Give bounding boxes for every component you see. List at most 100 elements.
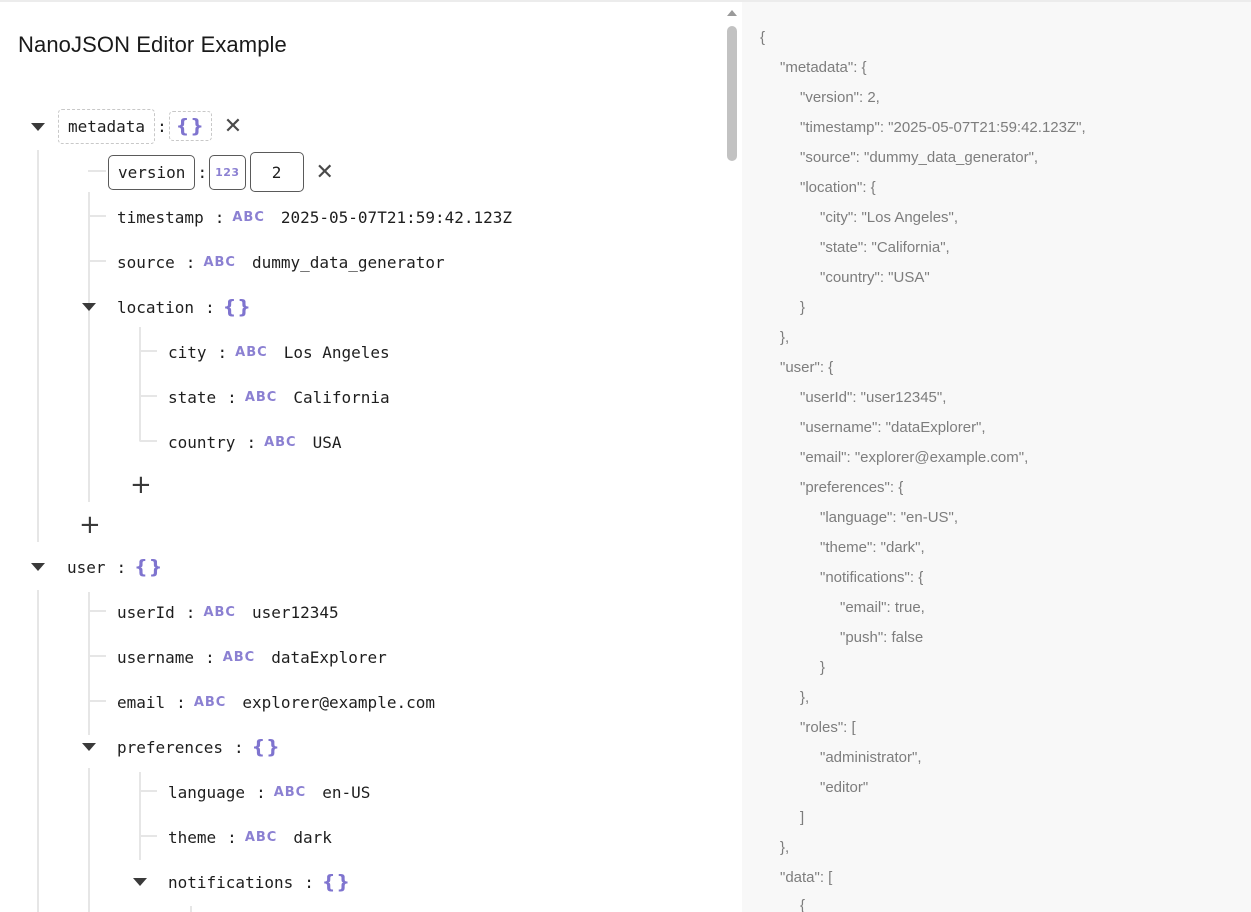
tree-guide-line <box>88 192 90 502</box>
node-key[interactable]: location <box>108 290 204 324</box>
add-metadata-field-icon[interactable]: + <box>79 512 101 538</box>
string-type-icon[interactable]: ABC <box>239 826 284 849</box>
node-key[interactable]: language <box>159 775 255 809</box>
tree-editor-pane: NanoJSON Editor Example metadata : {} ✕ … <box>0 2 722 912</box>
json-line: "editor" <box>820 779 869 796</box>
string-type-icon[interactable]: ABC <box>197 601 242 624</box>
json-line: "language": "en-US", <box>820 509 959 526</box>
collapse-metadata-toggle[interactable] <box>31 123 45 131</box>
json-line: "username": "dataExplorer", <box>800 419 986 436</box>
tree-branch-line <box>139 835 157 837</box>
node-key[interactable]: email <box>108 685 175 719</box>
node-value[interactable]: USA <box>302 425 352 459</box>
tree-branch-line <box>88 215 106 217</box>
key-separator: : <box>217 342 228 362</box>
tree-node-email: email : ABC explorer@example.com <box>108 682 445 722</box>
json-line: }, <box>780 329 790 346</box>
json-line: { <box>800 897 806 912</box>
string-type-icon[interactable]: ABC <box>268 781 313 804</box>
object-type-icon[interactable]: {} <box>316 867 357 897</box>
node-value[interactable]: dark <box>283 820 342 854</box>
node-key[interactable]: country <box>159 425 245 459</box>
node-value[interactable]: California <box>283 380 400 414</box>
tree-node-language: language : ABC en-US <box>159 772 381 812</box>
node-value[interactable]: user12345 <box>241 595 349 629</box>
node-value[interactable]: en-US <box>312 775 381 809</box>
node-value[interactable]: explorer@example.com <box>232 685 445 719</box>
tree-node-notifications: notifications : {} <box>159 862 357 902</box>
string-type-icon[interactable]: ABC <box>197 251 242 274</box>
object-type-icon[interactable]: {} <box>217 292 258 322</box>
node-value[interactable]: Los Angeles <box>273 335 400 369</box>
key-separator: : <box>304 872 314 892</box>
node-value[interactable]: dummy_data_generator <box>241 245 455 279</box>
object-type-icon[interactable]: {} <box>246 732 287 762</box>
node-key[interactable]: state <box>159 380 226 414</box>
tree-node-location: location : {} <box>108 287 258 327</box>
json-line: "location": { <box>800 179 876 196</box>
raw-json-preview: { "metadata": { "version": 2, "timestamp… <box>742 2 1251 912</box>
node-key[interactable]: source <box>108 245 184 279</box>
key-separator: : <box>227 827 237 847</box>
node-key[interactable]: notifications <box>159 865 303 899</box>
key-separator: : <box>205 647 215 667</box>
json-line: }, <box>780 839 790 856</box>
string-type-icon[interactable]: ABC <box>217 646 262 669</box>
tree-guide-line <box>37 150 39 542</box>
node-key[interactable]: city <box>159 335 216 369</box>
tree-node-state: state : ABC California <box>159 377 400 417</box>
node-key[interactable]: preferences <box>108 730 232 764</box>
tree-guide-line <box>190 906 192 912</box>
key-separator: : <box>205 297 215 317</box>
node-key[interactable]: version <box>108 154 196 190</box>
json-line: "metadata": { <box>780 59 867 76</box>
tree-node-country: country : ABC USA <box>159 422 352 462</box>
collapse-notifications-toggle[interactable] <box>133 878 147 886</box>
string-type-icon[interactable]: ABC <box>239 386 284 409</box>
close-icon[interactable]: ✕ <box>224 114 242 139</box>
close-icon[interactable]: ✕ <box>316 160 334 185</box>
collapse-preferences-toggle[interactable] <box>82 743 96 751</box>
node-key[interactable]: theme <box>159 820 226 854</box>
string-type-icon[interactable]: ABC <box>188 691 233 714</box>
node-key[interactable]: user <box>58 550 115 584</box>
string-type-icon[interactable]: ABC <box>229 341 274 364</box>
json-line: } <box>820 659 826 676</box>
collapse-user-toggle[interactable] <box>31 563 45 571</box>
key-separator: : <box>233 737 244 757</box>
page-title: NanoJSON Editor Example <box>18 32 287 57</box>
tree-node-city: city : ABC Los Angeles <box>159 332 400 372</box>
scroll-up-arrow-icon[interactable] <box>727 10 737 16</box>
node-value[interactable]: dataExplorer <box>261 640 397 674</box>
tree-node-username: username : ABC dataExplorer <box>108 637 397 677</box>
tree-node-metadata: metadata : {} ✕ <box>58 106 242 146</box>
key-separator: : <box>116 557 127 577</box>
collapse-location-toggle[interactable] <box>82 303 96 311</box>
node-key[interactable]: username <box>108 640 204 674</box>
json-line: } <box>800 299 806 316</box>
json-line: ] <box>800 809 805 826</box>
json-line: "version": 2, <box>800 89 880 106</box>
tree-node-theme: theme : ABC dark <box>159 817 342 857</box>
object-type-icon[interactable]: {} <box>128 552 169 582</box>
json-line: "country": "USA" <box>820 269 930 286</box>
node-key[interactable]: userId <box>108 595 184 629</box>
key-separator: : <box>256 782 266 802</box>
json-line: "roles": [ <box>800 719 856 736</box>
scrollbar-thumb[interactable] <box>727 26 737 161</box>
tree-node-timestamp: timestamp : ABC 2025-05-07T21:59:42.123Z <box>108 197 523 237</box>
key-separator: : <box>227 387 237 407</box>
tree-guide-line <box>88 592 90 735</box>
key-separator: : <box>246 432 257 452</box>
add-location-field-icon[interactable]: + <box>130 472 152 498</box>
string-type-icon[interactable]: ABC <box>226 206 271 229</box>
json-line: "preferences": { <box>800 479 904 496</box>
node-value[interactable]: 2025-05-07T21:59:42.123Z <box>270 200 523 234</box>
value-input[interactable] <box>249 152 304 192</box>
node-key[interactable]: timestamp <box>108 200 213 234</box>
string-type-icon[interactable]: ABC <box>258 431 303 454</box>
scrollbar[interactable] <box>722 2 742 912</box>
number-type-icon[interactable]: 123 <box>209 154 246 190</box>
node-key[interactable]: metadata <box>58 108 156 144</box>
object-type-icon[interactable]: {} <box>168 111 212 141</box>
